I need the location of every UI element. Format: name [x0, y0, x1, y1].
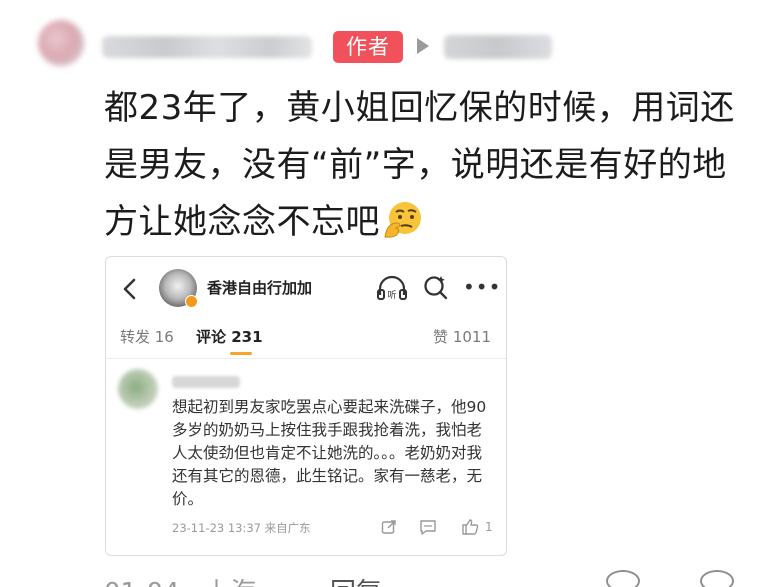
chevron-left-icon[interactable] — [120, 277, 140, 301]
reply-target-name[interactable] — [444, 35, 552, 59]
footer-action-icon[interactable] — [606, 570, 640, 587]
comment-date-location: 01-04 · 上海 — [104, 572, 256, 587]
share-icon[interactable] — [381, 519, 397, 535]
reply-text: 想起初到男友家吃罢点心要起来洗碟子，他90多岁的奶奶马上按住我手跟我抢着洗，我怕… — [172, 398, 487, 508]
thumbs-up-icon[interactable] — [461, 518, 479, 535]
comment-body: 都23年了，黄小姐回忆保的时候，用词还是男友，没有“前”字，说明还是有好的地方让… — [104, 80, 754, 251]
reply-meta: 23-11-23 13:37 来自广东 — [172, 521, 311, 535]
headphones-icon[interactable]: 听 — [376, 275, 408, 301]
tab-repost[interactable]: 转发 16 — [120, 326, 174, 347]
footer-like-icon[interactable] — [700, 570, 734, 587]
author-badge: 作者 — [333, 31, 403, 63]
thinking-face-icon — [384, 202, 421, 238]
more-dots-icon[interactable]: ••• — [463, 277, 501, 297]
listen-label: 听 — [387, 290, 396, 301]
reply-button[interactable]: 回复 — [330, 572, 382, 587]
like-count: 1 — [485, 520, 493, 534]
verified-badge-icon — [185, 295, 198, 308]
play-triangle-icon — [417, 38, 429, 54]
repost-card[interactable]: 香港自由行加加 听 ••• 转发 16 评论 231 赞 1011 想起初到男友… — [105, 256, 507, 556]
reply-username[interactable] — [172, 376, 240, 388]
tab-active-underline — [230, 352, 252, 355]
commenter-name[interactable] — [102, 36, 312, 58]
tab-likes[interactable]: 赞 1011 — [433, 326, 491, 347]
reply-avatar[interactable] — [118, 369, 158, 409]
commenter-avatar[interactable] — [38, 20, 84, 66]
card-account-name[interactable]: 香港自由行加加 — [207, 277, 312, 298]
search-icon[interactable] — [423, 274, 449, 300]
tab-comments[interactable]: 评论 231 — [196, 326, 263, 347]
tab-divider — [106, 358, 506, 359]
comment-icon[interactable] — [419, 519, 437, 535]
